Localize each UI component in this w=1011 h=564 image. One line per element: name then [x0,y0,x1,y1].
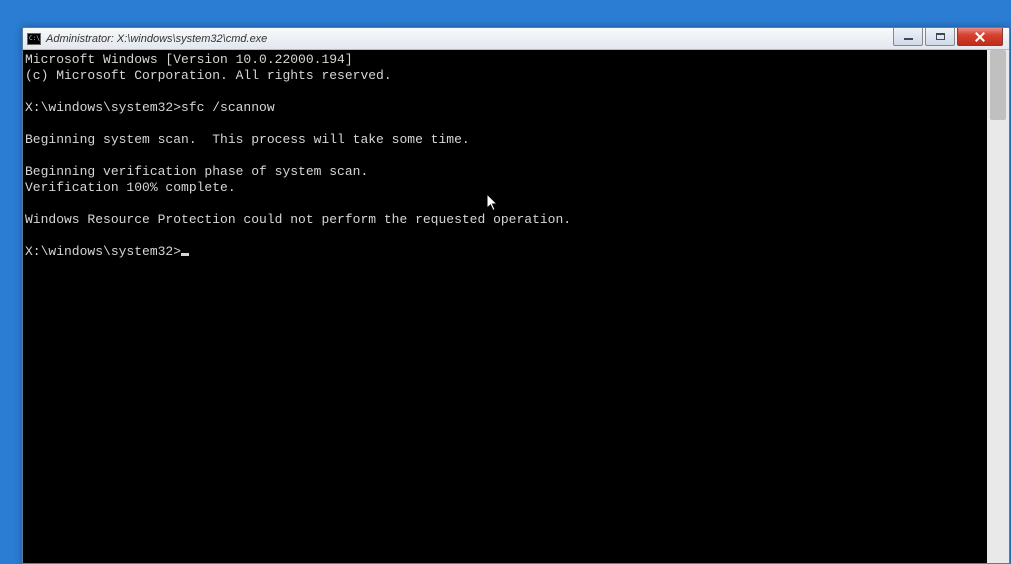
titlebar[interactable]: C:\ Administrator: X:\windows\system32\c… [23,28,1009,50]
maximize-icon [936,33,945,40]
text-cursor [181,253,189,256]
minimize-icon [904,38,913,40]
minimize-button[interactable] [893,28,923,46]
close-button[interactable] [957,28,1003,46]
maximize-button[interactable] [925,28,955,46]
cmd-window: C:\ Administrator: X:\windows\system32\c… [22,27,1010,564]
terminal-area: Microsoft Windows [Version 10.0.22000.19… [23,50,1009,563]
scrollbar-thumb[interactable] [990,50,1006,120]
scrollbar[interactable] [987,50,1009,563]
window-controls [893,28,1009,49]
window-title: Administrator: X:\windows\system32\cmd.e… [46,33,893,45]
cmd-icon: C:\ [27,33,41,45]
terminal-output[interactable]: Microsoft Windows [Version 10.0.22000.19… [23,50,987,563]
close-icon [974,32,986,42]
